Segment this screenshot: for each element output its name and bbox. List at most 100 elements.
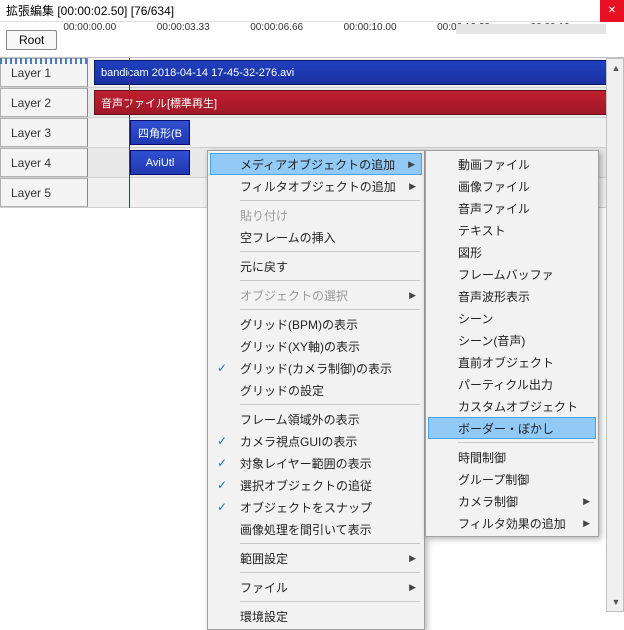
menu-item[interactable]: ✓ オブジェクトをスナップ (210, 496, 422, 518)
menu-item[interactable]: ✓選択オブジェクトの追従 (210, 474, 422, 496)
scroll-up-icon[interactable]: ▲ (607, 59, 624, 77)
layer-label[interactable]: Layer 4 (0, 148, 88, 177)
menu-item[interactable]: カメラ制御 ▶ (428, 490, 596, 512)
context-menu-sub[interactable]: 動画ファイル画像ファイル音声ファイルテキスト図形フレームバッファ音声波形表示シー… (425, 150, 599, 537)
menu-item[interactable]: フレームバッファ (428, 263, 596, 285)
menu-item[interactable]: フレーム領域外の表示 (210, 408, 422, 430)
track[interactable]: 音声ファイル[標準再生] (88, 88, 624, 117)
menu-item[interactable]: 直前オブジェクト (428, 351, 596, 373)
menu-item-label: フレーム領域外の表示 (240, 411, 360, 428)
submenu-arrow-icon: ▶ (409, 181, 416, 192)
menu-separator (240, 309, 420, 310)
menu-item[interactable]: 範囲設定▶ (210, 547, 422, 569)
check-icon: ✓ (217, 500, 227, 514)
menu-item[interactable]: 音声波形表示 (428, 285, 596, 307)
track[interactable]: bandicam 2018-04-14 17-45-32-276.avi (88, 58, 624, 87)
menu-item[interactable]: ✓対象レイヤー範囲の表示 (210, 452, 422, 474)
menu-item-label: 時間制御 (458, 449, 506, 466)
submenu-arrow-icon: ▶ (583, 496, 590, 507)
menu-item-label: 音声波形表示 (458, 288, 530, 305)
menu-item: オブジェクトの選択 ▶ (210, 284, 422, 306)
clip-video[interactable]: bandicam 2018-04-14 17-45-32-276.avi (94, 60, 624, 85)
menu-item-label: グループ制御 (458, 471, 529, 488)
menu-item[interactable]: 環境設定 (210, 605, 422, 627)
menu-item[interactable]: ✓ グリッド(カメラ制御)の表示 (210, 357, 422, 379)
context-menu-main[interactable]: メディアオブジェクトの追加▶フィルタオブジェクトの追加▶ 貼り付け空フレームの挿入… (207, 150, 425, 630)
menu-item[interactable]: 空フレームの挿入 (210, 226, 422, 248)
menu-item-label: 図形 (458, 244, 482, 261)
menu-item-label: パーティクル出力 (458, 376, 553, 393)
menu-item-label: 直前オブジェクト (458, 354, 554, 371)
menu-item[interactable]: テキスト (428, 219, 596, 241)
scrollbar-horizontal-top[interactable] (456, 24, 606, 34)
menu-item-label: グリッドの設定 (240, 382, 324, 399)
playhead[interactable] (129, 58, 130, 208)
menu-item-label: フィルタ効果の追加 (458, 515, 566, 532)
menu-item-label: シーン(音声) (458, 332, 525, 349)
menu-item-label: ファイル (240, 579, 288, 596)
layer-label[interactable]: Layer 5 (0, 178, 88, 207)
window-title: 拡張編集 [00:00:02.50] [76/634] (6, 2, 174, 19)
menu-item-label: フレームバッファ (458, 266, 554, 283)
root-button[interactable]: Root (6, 30, 57, 50)
clip-audio[interactable]: 音声ファイル[標準再生] (94, 90, 624, 115)
menu-item[interactable]: グリッド(BPM)の表示 (210, 313, 422, 335)
menu-separator (240, 572, 420, 573)
menu-item[interactable]: カスタムオブジェクト (428, 395, 596, 417)
menu-item-label: ボーダー・ぼかし (458, 420, 554, 437)
menu-item[interactable]: シーン (428, 307, 596, 329)
menu-item-label: オブジェクトの選択 (240, 287, 348, 304)
submenu-arrow-icon: ▶ (408, 159, 415, 170)
menu-item[interactable]: パーティクル出力 (428, 373, 596, 395)
menu-item[interactable]: フィルタ効果の追加 ▶ (428, 512, 596, 534)
scrollbar-vertical[interactable]: ▲ ▼ (606, 58, 624, 612)
menu-item-label: 環境設定 (240, 608, 288, 625)
menu-item[interactable]: 画像処理を間引いて表示 (210, 518, 422, 540)
menu-item[interactable]: 画像ファイル (428, 175, 596, 197)
menu-separator (240, 543, 420, 544)
menu-item[interactable]: ボーダー・ぼかし (428, 417, 596, 439)
menu-item[interactable]: グリッドの設定 (210, 379, 422, 401)
menu-item-label: グリッド(カメラ制御)の表示 (240, 360, 392, 377)
menu-item[interactable]: 元に戻す (210, 255, 422, 277)
menu-item[interactable]: フィルタオブジェクトの追加▶ (210, 175, 422, 197)
menu-item-label: オブジェクトをスナップ (240, 499, 372, 516)
menu-item-label: 空フレームの挿入 (240, 229, 336, 246)
menu-item: 貼り付け (210, 204, 422, 226)
clip-aviutl[interactable]: AviUtl (130, 150, 190, 175)
track[interactable]: 四角形(B (88, 118, 624, 147)
menu-item[interactable]: メディアオブジェクトの追加▶ (210, 153, 422, 175)
menu-item-label: テキスト (458, 222, 506, 239)
titlebar: 拡張編集 [00:00:02.50] [76/634] ✕ (0, 0, 624, 22)
clip-shape[interactable]: 四角形(B (130, 120, 190, 145)
menu-item[interactable]: 動画ファイル (428, 153, 596, 175)
menu-item-label: カメラ視点GUIの表示 (240, 433, 357, 450)
check-icon: ✓ (217, 434, 227, 448)
menu-item[interactable]: ✓ カメラ視点GUIの表示 (210, 430, 422, 452)
menu-separator (458, 442, 594, 443)
layer-label[interactable]: Layer 3 (0, 118, 88, 147)
layer-label[interactable]: Layer 2 (0, 88, 88, 117)
submenu-arrow-icon: ▶ (409, 290, 416, 301)
menu-item-label: シーン (458, 310, 493, 327)
scroll-down-icon[interactable]: ▼ (607, 593, 624, 611)
menu-item[interactable]: グループ制御 (428, 468, 596, 490)
menu-item[interactable]: 時間制御 (428, 446, 596, 468)
menu-item[interactable]: ファイル▶ (210, 576, 422, 598)
submenu-arrow-icon: ▶ (583, 518, 590, 529)
close-button[interactable]: ✕ (600, 0, 624, 22)
menu-item-label: 元に戻す (240, 258, 288, 275)
menu-separator (240, 251, 420, 252)
menu-item-label: 画像ファイル (458, 178, 530, 195)
submenu-arrow-icon: ▶ (409, 553, 416, 564)
menu-item-label: カスタムオブジェクト (458, 398, 578, 415)
menu-item-label: カメラ制御 (458, 493, 518, 510)
menu-item-label: 選択オブジェクトの追従 (240, 477, 372, 494)
menu-separator (240, 601, 420, 602)
check-icon: ✓ (217, 456, 227, 470)
menu-item[interactable]: 図形 (428, 241, 596, 263)
check-icon: ✓ (217, 361, 227, 375)
menu-item[interactable]: シーン(音声) (428, 329, 596, 351)
menu-item[interactable]: グリッド(XY軸)の表示 (210, 335, 422, 357)
menu-item[interactable]: 音声ファイル (428, 197, 596, 219)
